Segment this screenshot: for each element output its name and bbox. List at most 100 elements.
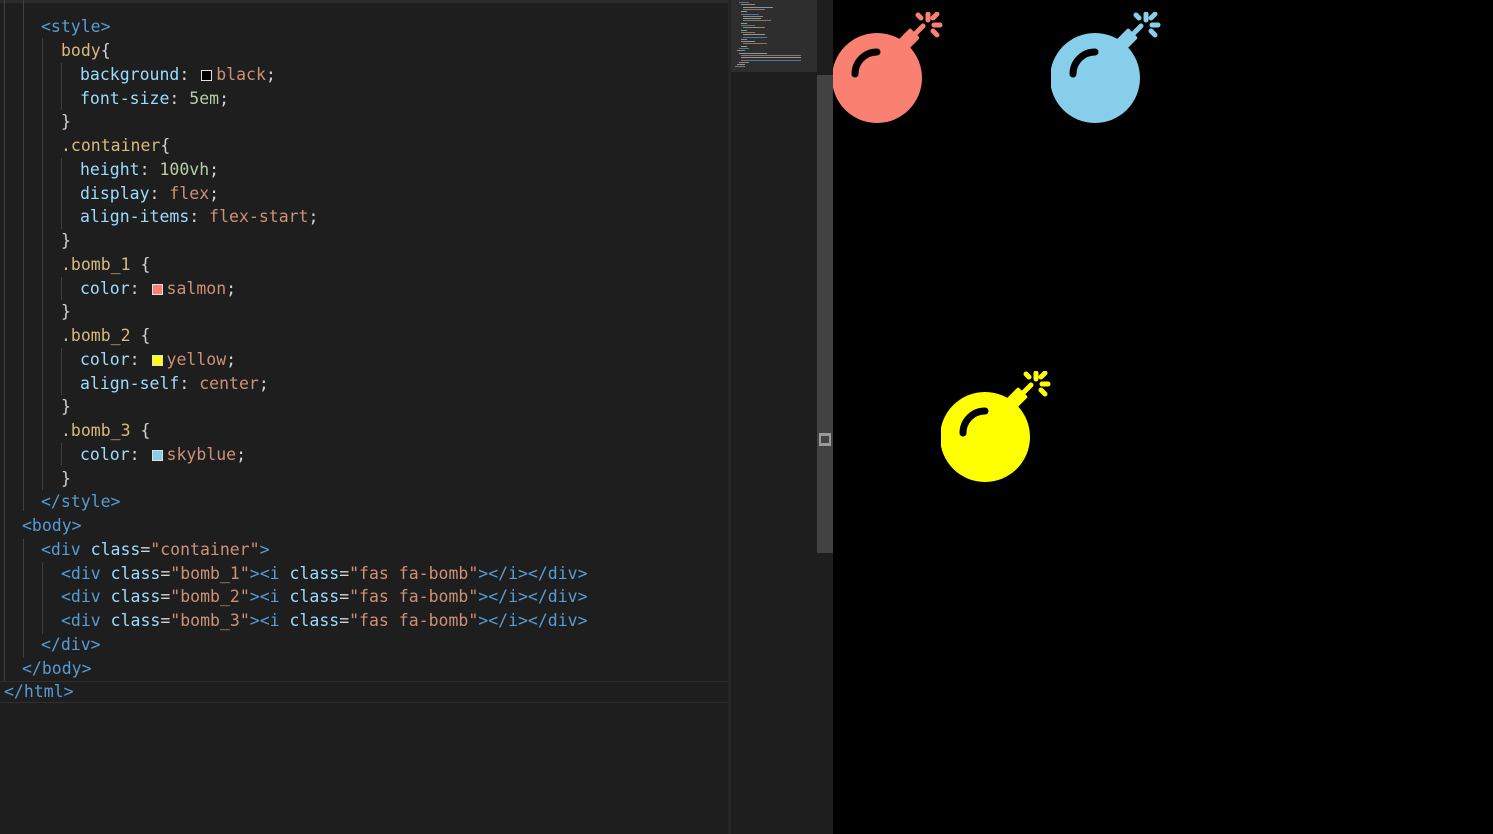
code-line: </style> bbox=[0, 490, 728, 513]
code-token: ; bbox=[308, 207, 319, 226]
code-line: </body> bbox=[0, 657, 728, 680]
code-token: = bbox=[339, 587, 350, 606]
code-token: salmon bbox=[166, 279, 227, 298]
code-token: align-items bbox=[80, 207, 190, 226]
code-token: <style> bbox=[41, 17, 111, 36]
code-token: class bbox=[289, 564, 340, 583]
code-token: background bbox=[80, 65, 180, 84]
code-token: font-size bbox=[80, 89, 170, 108]
code-token: </style> bbox=[41, 492, 121, 511]
browser-preview bbox=[833, 0, 1493, 834]
code-token: ><i bbox=[249, 611, 290, 630]
code-line: .container{ bbox=[0, 134, 728, 157]
code-token: class bbox=[90, 540, 141, 559]
color-swatch[interactable] bbox=[151, 355, 163, 366]
code-token: class bbox=[110, 587, 161, 606]
code-token: ; bbox=[219, 89, 230, 108]
code-token: </html> bbox=[4, 682, 74, 701]
code-line: .bomb_3 { bbox=[0, 419, 728, 442]
code-token: .bomb_3 bbox=[61, 421, 131, 440]
code-token: "fas fa-bomb" bbox=[349, 611, 479, 630]
color-swatch[interactable] bbox=[201, 70, 213, 81]
code-token: black bbox=[216, 65, 266, 84]
code-token: = bbox=[140, 540, 151, 559]
code-token: class bbox=[110, 564, 161, 583]
minimap[interactable] bbox=[731, 0, 817, 834]
code-token: flex bbox=[169, 184, 210, 203]
code-token: : bbox=[129, 350, 150, 369]
code-token: </div> bbox=[41, 635, 101, 654]
code-line: body{ bbox=[0, 39, 728, 62]
code-line: </div> bbox=[0, 633, 728, 656]
code-token: } bbox=[61, 112, 71, 131]
code-line: <div class="container"> bbox=[0, 538, 728, 561]
code-line: background: black; bbox=[0, 63, 728, 86]
code-token: <div bbox=[61, 564, 111, 583]
code-token: body bbox=[61, 41, 101, 60]
code-token: .bomb_1 bbox=[61, 255, 131, 274]
code-token: } bbox=[61, 397, 71, 416]
code-token: : bbox=[189, 207, 210, 226]
code-token: ></i></div> bbox=[478, 587, 588, 606]
code-line: align-self: center; bbox=[0, 372, 728, 395]
code-line: <div class="bomb_1"><i class="fas fa-bom… bbox=[0, 562, 728, 585]
code-token: ; bbox=[236, 445, 247, 464]
code-token: 100vh bbox=[159, 160, 210, 179]
scrollbar-cursor-marker bbox=[819, 433, 831, 446]
code-token: } bbox=[61, 231, 71, 250]
code-token: ; bbox=[226, 279, 237, 298]
color-swatch[interactable] bbox=[151, 284, 163, 295]
code-token: <div bbox=[61, 611, 111, 630]
code-line: } bbox=[0, 110, 728, 133]
code-token: { bbox=[160, 136, 171, 155]
scrollbar-thumb[interactable] bbox=[817, 75, 833, 553]
code-token: "bomb_3" bbox=[170, 611, 250, 630]
code-token: height bbox=[80, 160, 140, 179]
code-line: align-items: flex-start; bbox=[0, 205, 728, 228]
code-line: <style> bbox=[0, 15, 728, 38]
code-token: = bbox=[160, 611, 171, 630]
code-token: flex-start bbox=[209, 207, 309, 226]
code-editor[interactable]: <style> body{background: black; font-size:… bbox=[0, 0, 728, 834]
code-token: skyblue bbox=[166, 445, 237, 464]
code-token: align-self bbox=[80, 374, 180, 393]
bomb-2-icon bbox=[941, 371, 1051, 482]
code-line: } bbox=[0, 300, 728, 323]
code-line: color: salmon; bbox=[0, 277, 728, 300]
code-token: : bbox=[149, 184, 170, 203]
code-token: <div bbox=[61, 587, 111, 606]
editor-top-border bbox=[0, 0, 728, 3]
code-token: ; bbox=[209, 184, 220, 203]
code-token: "bomb_1" bbox=[170, 564, 250, 583]
code-token: ; bbox=[226, 350, 237, 369]
code-token: ></i></div> bbox=[478, 611, 588, 630]
code-token: = bbox=[339, 564, 350, 583]
code-token: yellow bbox=[166, 350, 227, 369]
minimap-slider[interactable] bbox=[731, 0, 817, 72]
code-token: { bbox=[130, 255, 151, 274]
code-line: display: flex; bbox=[0, 182, 728, 205]
code-token: { bbox=[100, 41, 111, 60]
code-line: </html> bbox=[0, 680, 728, 703]
code-token: ; bbox=[265, 65, 276, 84]
code-line: color: yellow; bbox=[0, 348, 728, 371]
code-token: : bbox=[179, 65, 200, 84]
code-token: : bbox=[139, 160, 160, 179]
code-token: ; bbox=[209, 160, 220, 179]
code-token: : bbox=[169, 89, 190, 108]
code-token: : bbox=[179, 374, 200, 393]
code-line: <body> bbox=[0, 514, 728, 537]
code-token: "fas fa-bomb" bbox=[349, 587, 479, 606]
code-line: <div class="bomb_2"><i class="fas fa-bom… bbox=[0, 585, 728, 608]
code-line: color: skyblue; bbox=[0, 443, 728, 466]
code-token: color bbox=[80, 445, 130, 464]
color-swatch[interactable] bbox=[151, 450, 163, 461]
code-line: } bbox=[0, 395, 728, 418]
code-token: ; bbox=[258, 374, 269, 393]
code-token: { bbox=[130, 326, 151, 345]
code-token: </body> bbox=[22, 659, 92, 678]
code-token: "container" bbox=[150, 540, 260, 559]
code-token: .bomb_2 bbox=[61, 326, 131, 345]
code-token: center bbox=[199, 374, 259, 393]
code-token: "fas fa-bomb" bbox=[349, 564, 479, 583]
